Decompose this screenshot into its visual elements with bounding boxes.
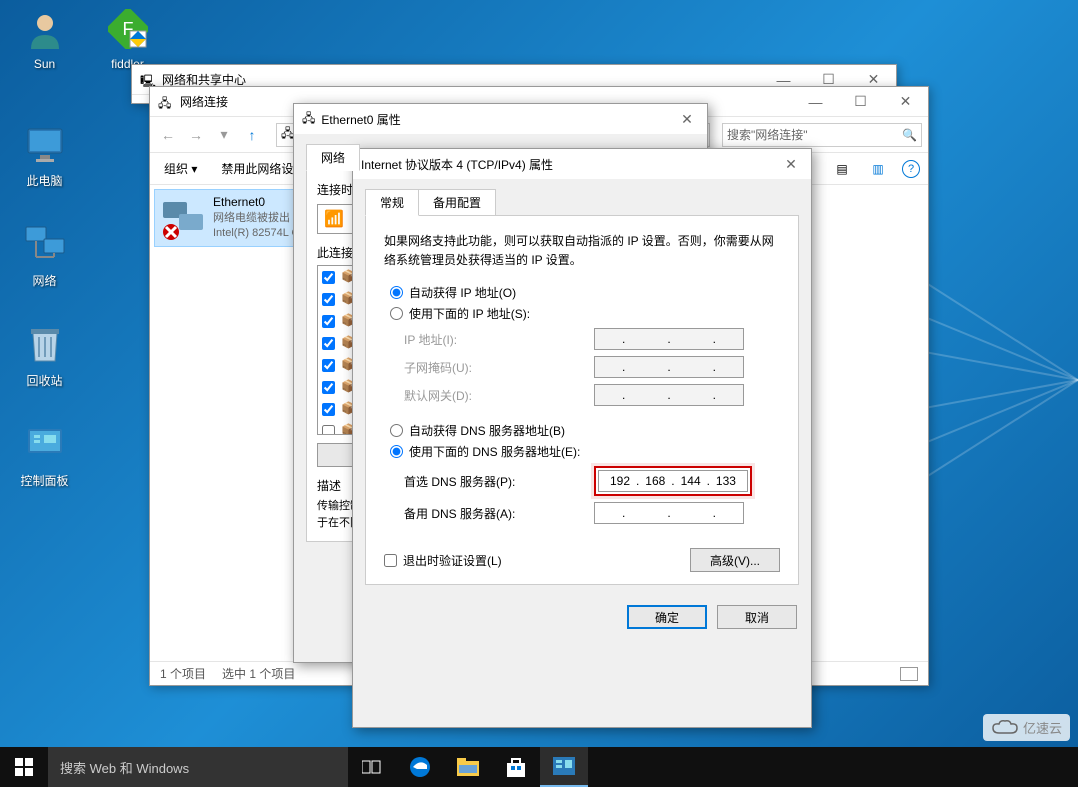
dialog-title: Ethernet0 属性 [321, 111, 675, 128]
ethernet-icon: 🖧 [302, 109, 315, 130]
desktop-app-fiddler[interactable]: F fiddler [90, 5, 165, 71]
windows-logo-icon [15, 758, 33, 776]
label-preferred-dns: 首选 DNS 服务器(P): [404, 473, 594, 490]
dialog-ipv4-properties: Internet 协议版本 4 (TCP/IPv4) 属性 ✕ 常规 备用配置 … [352, 148, 812, 728]
input-subnet-mask: ... [594, 356, 744, 378]
watermark: 亿速云 [983, 714, 1070, 741]
view-details-icon[interactable]: ▥ [866, 157, 890, 181]
maximize-button[interactable]: ☐ [838, 87, 883, 116]
tab-alternate[interactable]: 备用配置 [418, 189, 496, 216]
help-icon[interactable]: ? [902, 160, 920, 178]
desktop-user-sun[interactable]: Sun [7, 5, 82, 71]
ipv4-description: 如果网络支持此功能，则可以获取自动指派的 IP 设置。否则，你需要从网络系统管理… [384, 232, 780, 270]
radio-auto-dns[interactable]: 自动获得 DNS 服务器地址(B) [390, 422, 780, 439]
desktop-control-panel[interactable]: 控制面板 [7, 420, 82, 489]
nav-recent[interactable]: ▾ [212, 123, 236, 147]
taskbar-search[interactable]: 搜索 Web 和 Windows [48, 747, 348, 787]
desktop-recycle-bin[interactable]: 回收站 [7, 320, 82, 389]
desktop-network[interactable]: 网络 [7, 220, 82, 289]
taskbar: 搜索 Web 和 Windows [0, 747, 1078, 787]
desktop-this-pc[interactable]: 此电脑 [7, 120, 82, 189]
adapter-disconnected-icon [159, 194, 207, 242]
recycle-icon [21, 320, 69, 368]
nav-forward[interactable]: → [184, 123, 208, 147]
radio-auto-ip[interactable]: 自动获得 IP 地址(O) [390, 284, 780, 301]
input-preferred-dns[interactable]: 192. 168. 144. 133 [598, 470, 748, 492]
control-panel-icon [21, 420, 69, 468]
search-input[interactable]: 搜索"网络连接" 🔍 [722, 123, 922, 147]
netconn-icon: 🖧 [158, 94, 174, 110]
dialog-title: Internet 协议版本 4 (TCP/IPv4) 属性 [361, 156, 779, 173]
status-selected: 选中 1 个项目 [222, 665, 295, 682]
radio-manual-dns[interactable]: 使用下面的 DNS 服务器地址(E): [390, 443, 780, 460]
file-explorer-icon[interactable] [444, 747, 492, 787]
status-item-count: 1 个项目 [160, 665, 206, 682]
input-ip-address: ... [594, 328, 744, 350]
close-button[interactable]: ✕ [883, 87, 928, 116]
organize-menu[interactable]: 组织 ▾ [158, 158, 203, 179]
advanced-button[interactable]: 高级(V)... [690, 548, 780, 572]
view-mode-details-icon[interactable] [900, 667, 918, 681]
tab-general[interactable]: 常规 [365, 189, 419, 216]
minimize-button[interactable]: — [793, 87, 838, 116]
checkbox-validate-on-exit[interactable]: 退出时验证设置(L) [384, 552, 502, 569]
input-alternate-dns[interactable]: ... [594, 502, 744, 524]
input-gateway: ... [594, 384, 744, 406]
close-button[interactable]: ✕ [779, 152, 803, 176]
label-subnet-mask: 子网掩码(U): [404, 359, 594, 376]
nav-up[interactable]: ↑ [240, 123, 264, 147]
label-gateway: 默认网关(D): [404, 387, 594, 404]
view-thumb-icon[interactable]: ▤ [830, 157, 854, 181]
store-icon[interactable] [492, 747, 540, 787]
taskbar-app-control-panel[interactable] [540, 747, 588, 787]
cloud-icon [991, 719, 1019, 737]
user-icon [21, 5, 69, 53]
nav-back[interactable]: ← [156, 123, 180, 147]
tab-network[interactable]: 网络 [306, 144, 360, 171]
fiddler-icon: F [104, 5, 152, 53]
close-button[interactable]: ✕ [675, 107, 699, 131]
task-view-icon[interactable] [348, 747, 396, 787]
ok-button[interactable]: 确定 [627, 605, 707, 629]
cancel-button[interactable]: 取消 [717, 605, 797, 629]
label-alternate-dns: 备用 DNS 服务器(A): [404, 505, 594, 522]
nic-icon: 📶 [324, 209, 344, 229]
search-icon: 🔍 [902, 128, 917, 142]
pc-icon [21, 120, 69, 168]
network-icon [21, 220, 69, 268]
label-ip: IP 地址(I): [404, 331, 594, 348]
start-button[interactable] [0, 747, 48, 787]
edge-icon[interactable] [396, 747, 444, 787]
radio-manual-ip[interactable]: 使用下面的 IP 地址(S): [390, 305, 780, 322]
